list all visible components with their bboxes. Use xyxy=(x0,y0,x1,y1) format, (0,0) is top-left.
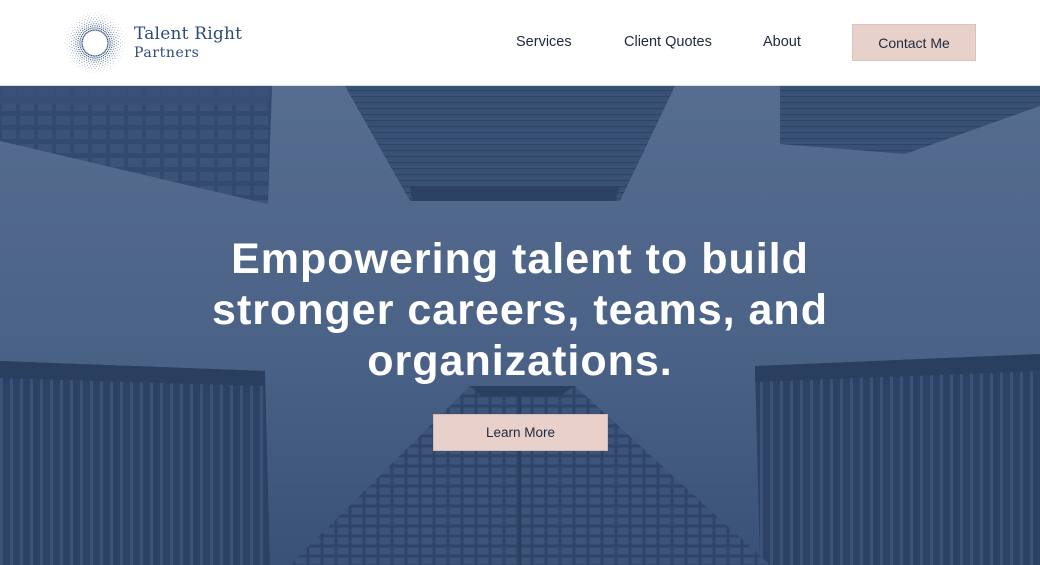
nav-about-link[interactable]: About xyxy=(763,33,801,51)
learn-more-button[interactable]: Learn More xyxy=(433,414,608,451)
main-nav: Services Client Quotes About Contact Me xyxy=(0,0,1040,86)
hero-headline: Empowering talent to build stronger care… xyxy=(212,235,828,385)
nav-services-link[interactable]: Services xyxy=(516,33,572,51)
site-header: Talent Right Partners Services Client Qu… xyxy=(0,0,1040,86)
nav-client-quotes-link[interactable]: Client Quotes xyxy=(624,33,712,51)
contact-me-button[interactable]: Contact Me xyxy=(852,24,976,61)
hero-section: Empowering talent to build stronger care… xyxy=(0,86,1040,565)
